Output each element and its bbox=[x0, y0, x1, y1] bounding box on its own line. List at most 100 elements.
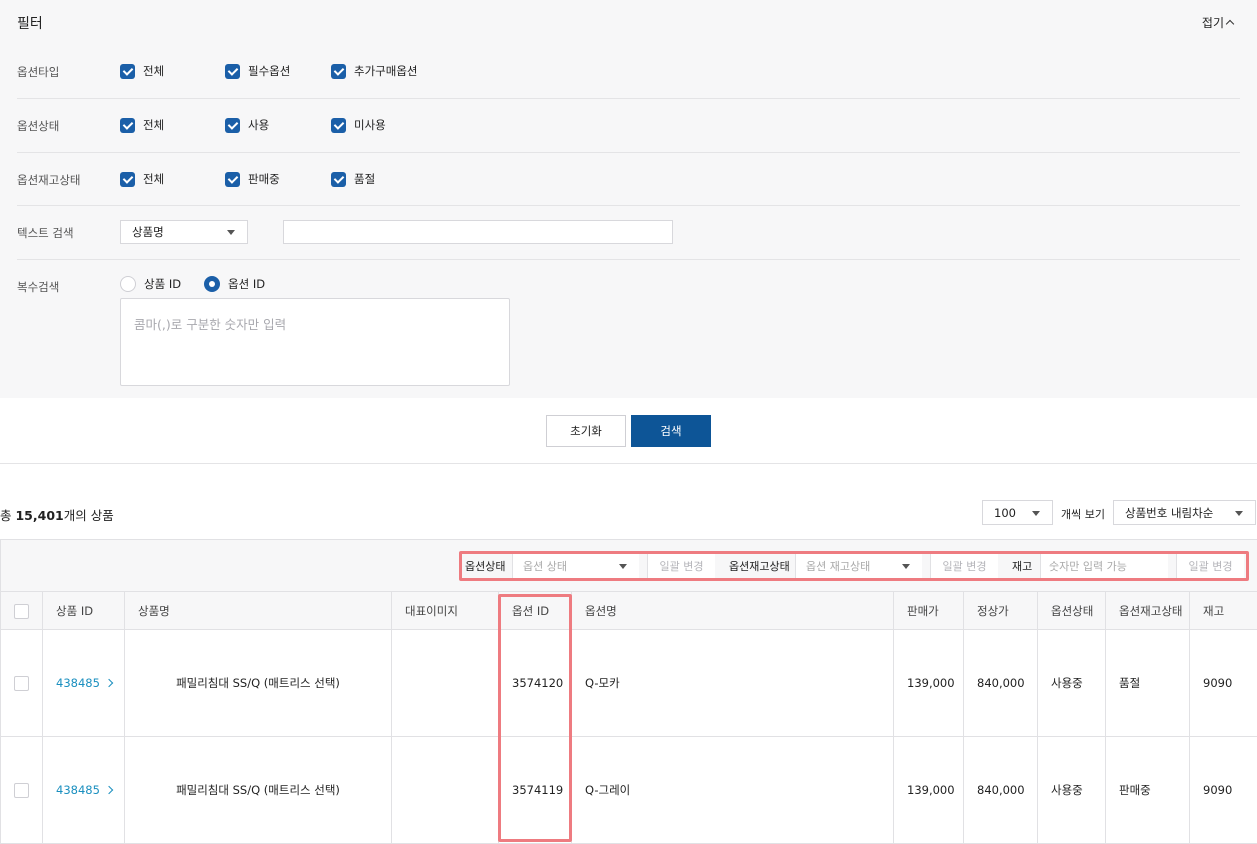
product-id-link[interactable]: 438485 bbox=[56, 783, 114, 797]
checkbox-checked-icon bbox=[331, 171, 346, 187]
toolbar-option-status-select[interactable]: 옵션 상태 bbox=[512, 554, 639, 578]
filter-row-stock-status: 옵션재고상태 전체 판매중 품절 bbox=[17, 153, 1240, 206]
input-placeholder: 숫자만 입력 가능 bbox=[1049, 560, 1127, 573]
stock-status-cell: 판매중 bbox=[1106, 737, 1190, 843]
search-button[interactable]: 검색 bbox=[631, 415, 711, 447]
filter-panel: 필터 접기 옵션타입 전체 필수옵션 추가구매옵션 옵션상태 전체 사용 미사용… bbox=[0, 0, 1257, 398]
table-row: 438485 패밀리침대 SS/Q (매트리스 선택) 3574120 Q-모카… bbox=[1, 630, 1257, 737]
checkbox-stock-status-soldout[interactable]: 품절 bbox=[331, 171, 375, 187]
multi-search-textarea[interactable]: 콤마(,)로 구분한 숫자만 입력 bbox=[120, 298, 510, 386]
product-id-cell: 438485 bbox=[43, 630, 125, 736]
filter-label: 복수검색 bbox=[17, 280, 60, 294]
checkbox-checked-icon bbox=[225, 171, 240, 187]
column-header: 정상가 bbox=[964, 592, 1038, 630]
option-name-cell: Q-모카 bbox=[572, 630, 894, 736]
option-name-cell: Q-그레이 bbox=[572, 737, 894, 843]
checkbox-checked-icon bbox=[120, 117, 135, 133]
option-status-cell: 사용중 bbox=[1038, 630, 1106, 736]
option-id-cell: 3574119 bbox=[499, 737, 572, 843]
checkbox-label: 전체 bbox=[143, 172, 165, 186]
product-id: 438485 bbox=[56, 676, 100, 690]
product-name-cell: 패밀리침대 SS/Q (매트리스 선택) bbox=[125, 630, 392, 736]
radio-product-id[interactable]: 상품 ID bbox=[120, 276, 181, 292]
filter-label: 텍스트 검색 bbox=[17, 226, 74, 240]
option-id-cell: 3574120 bbox=[499, 630, 572, 736]
checkbox-option-type-additional[interactable]: 추가구매옵션 bbox=[331, 63, 417, 79]
column-header: 대표이미지 bbox=[392, 592, 499, 630]
divider bbox=[0, 463, 1257, 464]
checkbox-label: 품절 bbox=[354, 172, 376, 186]
stock-cell: 9090 bbox=[1203, 676, 1233, 690]
filter-label: 옵션상태 bbox=[17, 119, 60, 133]
toolbar-stock-label: 재고 bbox=[1012, 558, 1033, 574]
product-id-link[interactable]: 438485 bbox=[56, 676, 114, 690]
caret-down-icon bbox=[1235, 510, 1243, 516]
select-placeholder: 옵션 상태 bbox=[523, 560, 567, 573]
row-checkbox[interactable] bbox=[14, 675, 29, 691]
checkbox-stock-status-all[interactable]: 전체 bbox=[120, 171, 164, 187]
checkbox-checked-icon bbox=[331, 117, 346, 133]
checkbox-label: 전체 bbox=[143, 118, 165, 132]
toolbar-stock-status-select[interactable]: 옵션 재고상태 bbox=[795, 554, 922, 578]
page: 필터 접기 옵션타입 전체 필수옵션 추가구매옵션 옵션상태 전체 사용 미사용… bbox=[0, 0, 1257, 844]
caret-down-icon bbox=[1032, 510, 1040, 516]
checkbox-option-status-used[interactable]: 사용 bbox=[225, 117, 269, 133]
column-header: 상품명 bbox=[125, 592, 392, 630]
checkbox-option-type-all[interactable]: 전체 bbox=[120, 63, 164, 79]
caret-down-icon bbox=[902, 564, 910, 569]
total-count-text: 총 15,401개의 상품 bbox=[0, 505, 114, 524]
checkbox-option-type-required[interactable]: 필수옵션 bbox=[225, 63, 290, 79]
radio-label: 상품 ID bbox=[144, 277, 182, 291]
filter-label: 옵션재고상태 bbox=[17, 173, 81, 187]
product-id-cell: 438485 bbox=[43, 737, 125, 843]
sort-select[interactable]: 상품번호 내림차순 bbox=[1113, 500, 1256, 525]
collapse-button[interactable]: 접기 bbox=[1201, 14, 1235, 31]
filter-row-text-search: 텍스트 검색 상품명 bbox=[17, 206, 1240, 260]
row-checkbox[interactable] bbox=[14, 782, 29, 798]
caret-down-icon bbox=[619, 564, 627, 569]
column-header: 옵션 ID bbox=[499, 592, 572, 630]
checkbox-option-status-all[interactable]: 전체 bbox=[120, 117, 164, 133]
column-header: 판매가 bbox=[894, 592, 964, 630]
reset-button[interactable]: 초기화 bbox=[546, 415, 626, 447]
select-all-checkbox[interactable] bbox=[14, 603, 29, 619]
radio-checked-icon bbox=[204, 276, 220, 292]
caret-down-icon bbox=[227, 230, 235, 235]
stock-status-cell: 품절 bbox=[1106, 630, 1190, 736]
column-header: 재고 bbox=[1203, 604, 1225, 618]
toolbar-stock-bulk-button[interactable]: 일괄 변경 bbox=[1176, 554, 1244, 578]
checkbox-option-status-unused[interactable]: 미사용 bbox=[331, 117, 386, 133]
text-search-field-select[interactable]: 상품명 bbox=[120, 220, 248, 244]
filter-row-option-status: 옵션상태 전체 사용 미사용 bbox=[17, 99, 1240, 153]
toolbar-option-status-label: 옵션상태 bbox=[465, 558, 506, 574]
price-cell: 139,000 bbox=[894, 630, 964, 736]
checkbox-stock-status-onsale[interactable]: 판매중 bbox=[225, 171, 280, 187]
radio-unchecked-icon bbox=[120, 276, 136, 292]
filter-title: 필터 bbox=[17, 16, 43, 32]
checkbox-label: 필수옵션 bbox=[248, 64, 291, 78]
filter-label: 옵션타입 bbox=[17, 65, 60, 79]
radio-option-id[interactable]: 옵션 ID bbox=[204, 276, 265, 292]
checkbox-checked-icon bbox=[225, 117, 240, 133]
page-size-select[interactable]: 100 bbox=[982, 500, 1053, 525]
collapse-label: 접기 bbox=[1201, 16, 1224, 30]
checkbox-label: 추가구매옵션 bbox=[354, 64, 418, 78]
text-search-input[interactable] bbox=[283, 220, 673, 244]
total-prefix: 총 bbox=[0, 508, 16, 523]
select-value: 상품명 bbox=[132, 225, 164, 239]
checkbox-label: 사용 bbox=[248, 118, 270, 132]
stock-cell: 9090 bbox=[1203, 783, 1233, 797]
filter-row-option-type: 옵션타입 전체 필수옵션 추가구매옵션 bbox=[17, 45, 1240, 99]
list-price-cell: 840,000 bbox=[964, 630, 1038, 736]
checkbox-label: 전체 bbox=[143, 64, 165, 78]
toolbar-option-status-bulk-button[interactable]: 일괄 변경 bbox=[647, 554, 715, 578]
toolbar-stock-status-label: 옵션재고상태 bbox=[729, 558, 790, 574]
toolbar-stock-status-bulk-button[interactable]: 일괄 변경 bbox=[930, 554, 998, 578]
page-size-suffix: 개씩 보기 bbox=[1061, 508, 1105, 521]
toolbar-stock-input[interactable]: 숫자만 입력 가능 bbox=[1040, 554, 1168, 578]
bulk-edit-toolbar: 옵션상태 옵션 상태 일괄 변경 옵션재고상태 옵션 재고상태 일괄 변경 재고… bbox=[1, 540, 1257, 592]
product-id: 438485 bbox=[56, 783, 100, 797]
filter-row-multi-search: 복수검색 상품 ID 옵션 ID 콤마(,)로 구분한 숫자만 입력 bbox=[17, 260, 1240, 398]
textarea-placeholder: 콤마(,)로 구분한 숫자만 입력 bbox=[134, 317, 287, 332]
checkbox-checked-icon bbox=[120, 63, 135, 79]
